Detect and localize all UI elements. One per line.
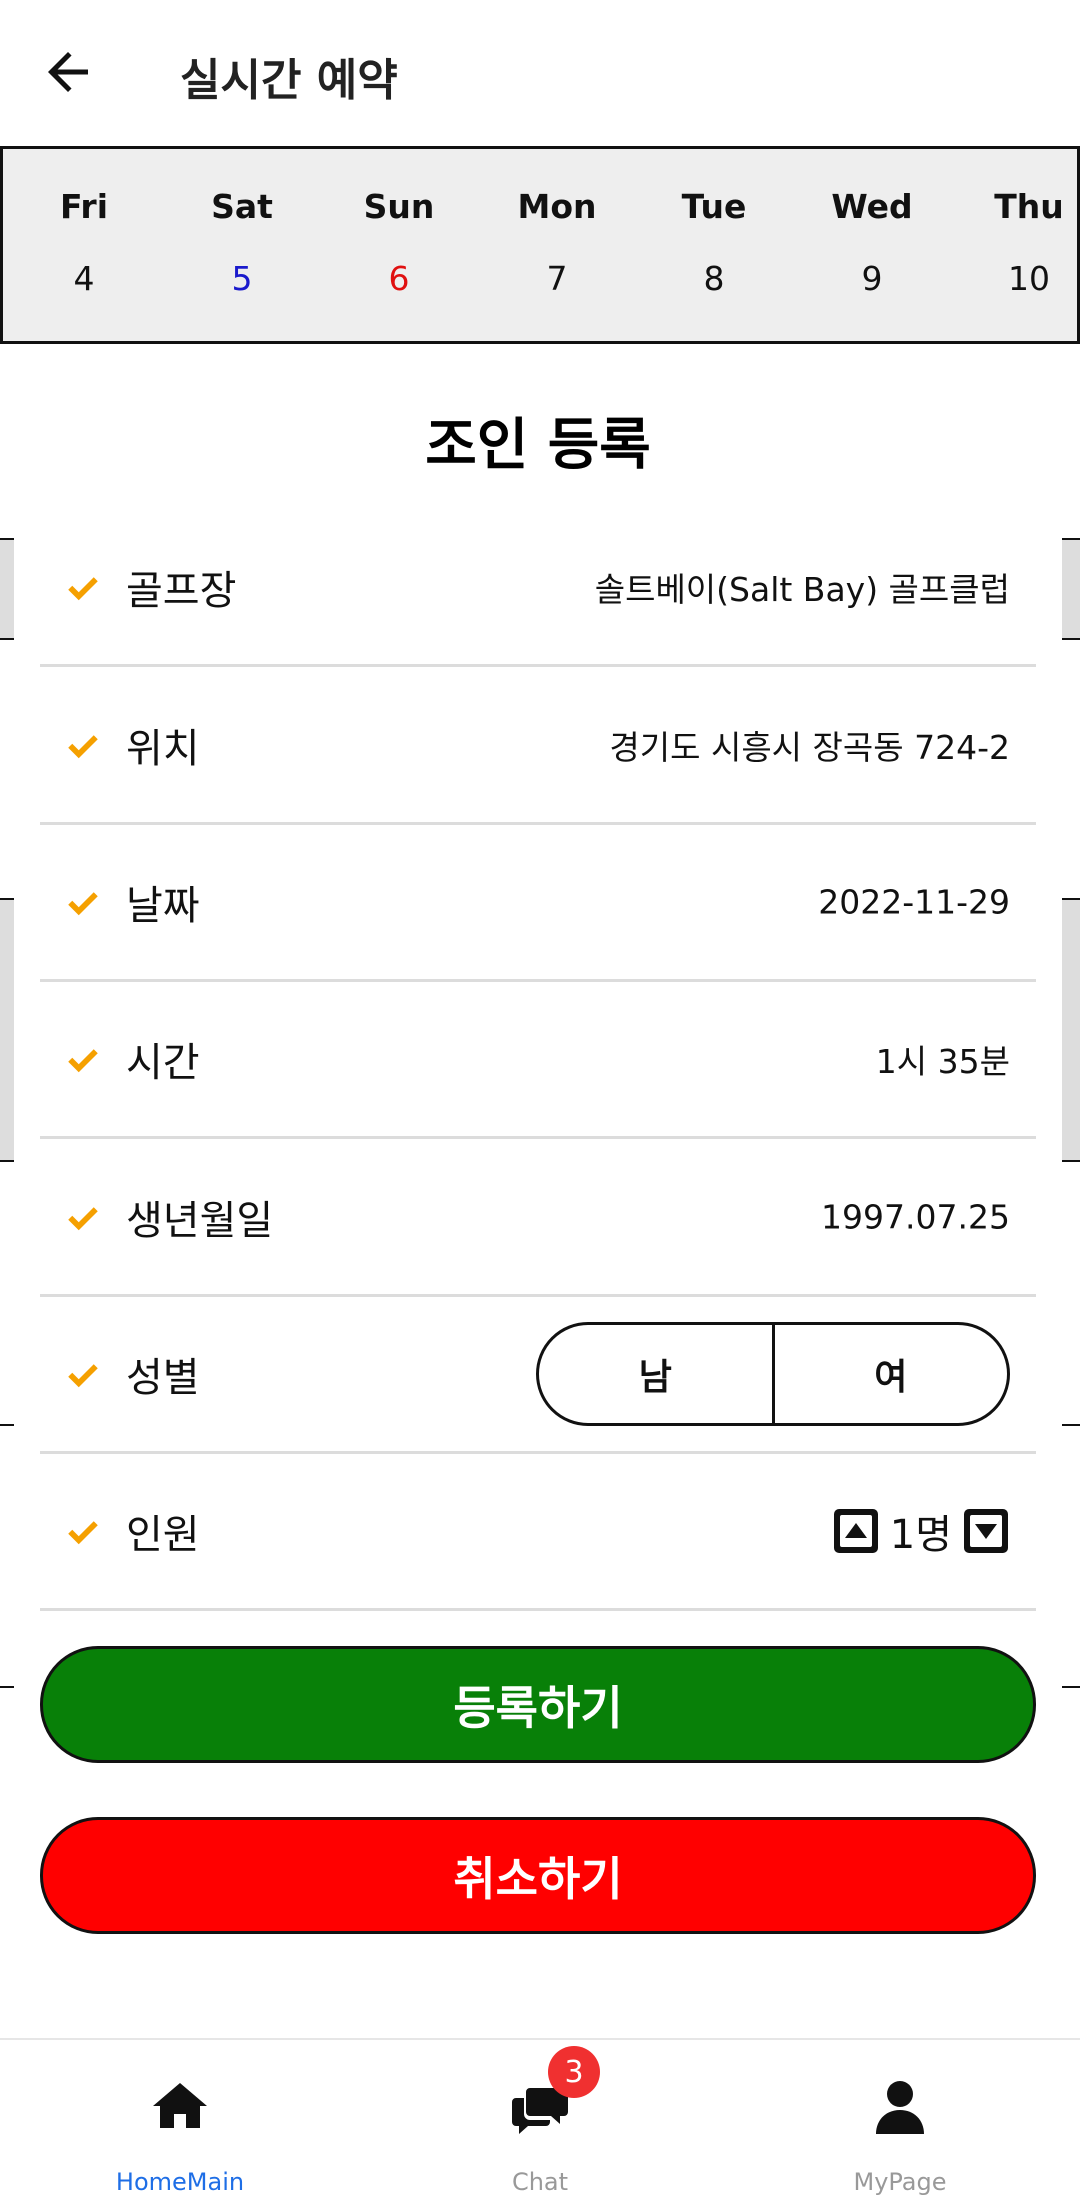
day-name: Sat — [211, 187, 273, 226]
check-icon — [68, 1364, 98, 1388]
day-name: Mon — [517, 187, 597, 226]
day-name: Sun — [363, 187, 435, 226]
cancel-button[interactable]: 취소하기 — [40, 1817, 1036, 1934]
day-wed[interactable]: Wed 9 — [792, 149, 952, 347]
increment-arrow-icon[interactable] — [832, 1507, 880, 1555]
date-strip: Fri 4 Sat 5 Sun 6 Mon 7 Tue 8 Wed 9 Thu … — [0, 146, 1080, 344]
course-value: 솔트베이(Salt Bay) 골프클럽 — [594, 570, 1010, 609]
course-label: 골프장 — [126, 568, 237, 614]
date-value: 2022-11-29 — [818, 882, 1010, 922]
people-row: 인원 1명 — [40, 1454, 1036, 1611]
day-mon[interactable]: Mon 7 — [477, 149, 637, 347]
app-root: 실시간 예약 Fri 4 Sat 5 Sun 6 Mon 7 Tue 8 Wed… — [0, 0, 1080, 2196]
day-thu[interactable]: Thu 10 — [949, 149, 1080, 347]
location-row: 위치 경기도 시흥시 장곡동 724-2 — [40, 668, 1036, 825]
check-icon — [68, 1521, 98, 1545]
user-icon — [876, 2081, 924, 2134]
location-value: 경기도 시흥시 장곡동 724-2 — [609, 728, 1010, 767]
course-row: 골프장 솔트베이(Salt Bay) 골프클럽 — [40, 510, 1036, 667]
nav-chat[interactable]: 3 Chat — [360, 2040, 720, 2196]
gender-female-button[interactable]: 여 — [775, 1325, 1008, 1423]
day-number: 5 — [231, 259, 253, 298]
birth-row: 생년월일 1997.07.25 — [40, 1140, 1036, 1297]
check-icon — [68, 1207, 98, 1231]
people-count: 1명 — [889, 1512, 952, 1558]
date-row: 날짜 2022-11-29 — [40, 825, 1036, 982]
day-number: 7 — [546, 259, 568, 298]
time-value: 1시 35분 — [875, 1042, 1010, 1081]
day-number: 9 — [861, 259, 883, 298]
top-bar: 실시간 예약 — [0, 0, 1080, 146]
birth-label: 생년월일 — [126, 1198, 274, 1244]
day-number: 10 — [1008, 259, 1050, 298]
day-name: Tue — [681, 187, 747, 226]
gender-row: 성별 남 여 — [40, 1297, 1036, 1454]
background-divider — [1062, 1686, 1080, 1688]
nav-home-label: HomeMain — [115, 2168, 245, 2196]
chat-unread-badge: 3 — [548, 2046, 600, 2098]
page-title: 실시간 예약 — [180, 55, 398, 106]
register-button[interactable]: 등록하기 — [40, 1646, 1036, 1763]
day-number: 4 — [73, 259, 95, 298]
bottom-nav: HomeMain 3 Chat MyPage — [0, 2038, 1080, 2196]
nav-mypage-label: MyPage — [853, 2168, 947, 2196]
check-icon — [68, 735, 98, 759]
background-list-item — [0, 538, 14, 640]
gender-toggle: 남 여 — [536, 1322, 1010, 1426]
nav-home[interactable]: HomeMain — [0, 2040, 360, 2196]
day-name: Thu — [994, 187, 1064, 226]
day-fri[interactable]: Fri 4 — [4, 149, 164, 347]
time-row: 시간 1시 35분 — [40, 982, 1036, 1139]
check-icon — [68, 1049, 98, 1073]
background-divider — [0, 1424, 14, 1426]
time-label: 시간 — [126, 1040, 200, 1086]
background-divider — [0, 1686, 14, 1688]
nav-chat-label: Chat — [511, 2168, 569, 2196]
check-icon — [68, 577, 98, 601]
day-name: Fri — [59, 187, 109, 226]
background-list-item — [1062, 898, 1080, 1162]
join-register-sheet: 조인 등록 골프장 솔트베이(Salt Bay) 골프클럽 위치 경기도 시흥시… — [14, 360, 1062, 2040]
people-label: 인원 — [126, 1512, 200, 1558]
people-stepper: 1명 — [832, 1502, 1010, 1560]
background-list-item — [1062, 538, 1080, 640]
check-icon — [68, 892, 98, 916]
nav-mypage[interactable]: MyPage — [720, 2040, 1080, 2196]
day-sat[interactable]: Sat 5 — [162, 149, 322, 347]
back-arrow-icon[interactable] — [38, 42, 98, 102]
location-label: 위치 — [126, 726, 200, 772]
gender-male-button[interactable]: 남 — [539, 1325, 775, 1423]
gender-label: 성별 — [126, 1355, 200, 1401]
day-sun[interactable]: Sun 6 — [319, 149, 479, 347]
day-number: 6 — [388, 259, 410, 298]
home-icon — [153, 2083, 207, 2128]
birth-value: 1997.07.25 — [821, 1197, 1010, 1237]
sheet-title: 조인 등록 — [425, 413, 651, 478]
day-name: Wed — [831, 187, 913, 226]
day-number: 8 — [703, 259, 725, 298]
day-tue[interactable]: Tue 8 — [634, 149, 794, 347]
background-list-item — [0, 898, 14, 1162]
background-divider — [1062, 1424, 1080, 1426]
date-label: 날짜 — [126, 883, 200, 929]
decrement-arrow-icon[interactable] — [962, 1507, 1010, 1555]
